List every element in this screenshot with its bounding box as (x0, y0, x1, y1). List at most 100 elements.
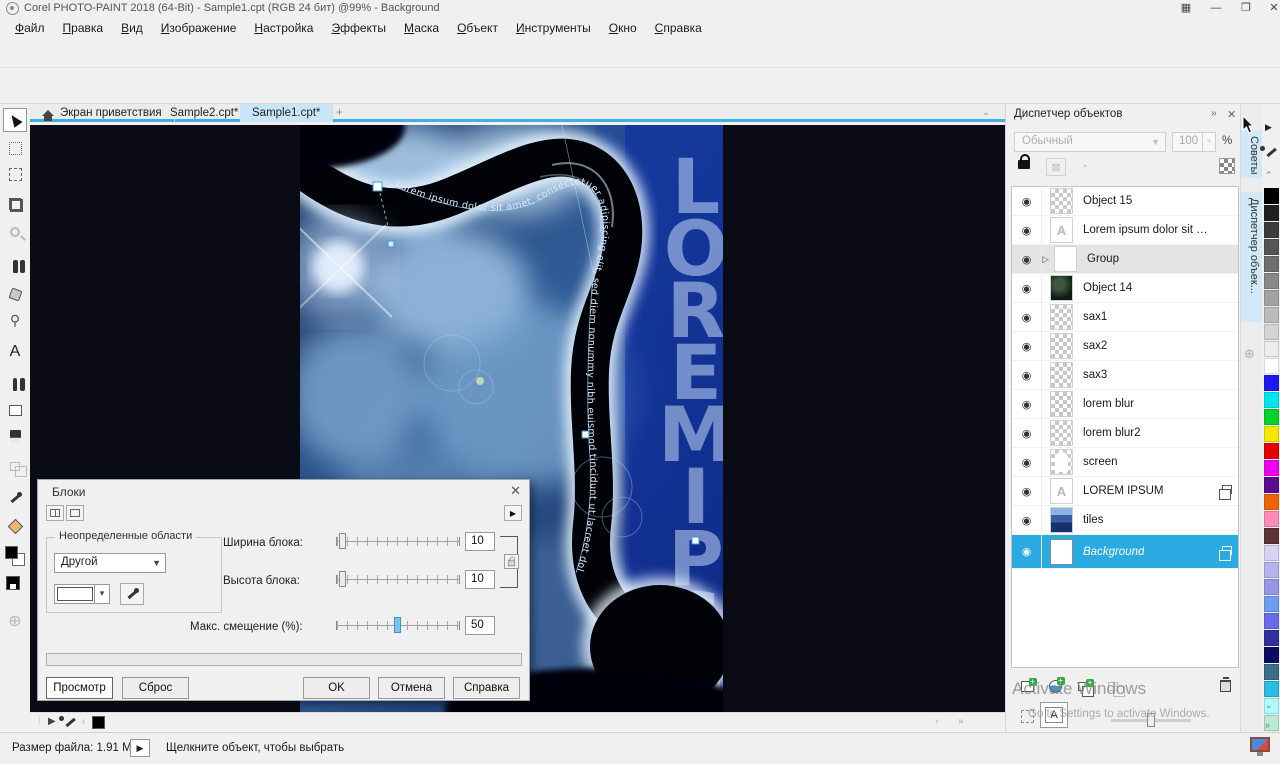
visibility-eye-icon[interactable]: ◉ (1012, 390, 1042, 418)
palette-color-swatch[interactable] (1264, 528, 1279, 544)
docker-tab-object-manager[interactable]: Диспетчер объек... (1241, 192, 1263, 322)
palette-scroll-up-icon[interactable]: ⌃ (1265, 170, 1273, 181)
object-transparency-tool[interactable] (3, 454, 27, 478)
block-height-value[interactable]: 10 (465, 570, 495, 589)
preview-button[interactable]: Просмотр (46, 677, 113, 699)
tab-sample1[interactable]: Sample1.cpt* (240, 104, 333, 122)
object-row[interactable]: ◉ screen (1012, 448, 1238, 477)
text-tool[interactable]: A (3, 340, 27, 364)
palette-color-swatch[interactable] (1264, 392, 1279, 408)
palette-color-swatch[interactable] (1264, 579, 1279, 595)
palette-color-swatch[interactable] (1264, 426, 1279, 442)
palette-color-swatch[interactable] (1264, 256, 1279, 272)
tab-welcome[interactable]: Экран приветствия (30, 104, 175, 122)
visibility-eye-icon[interactable]: ◉ (1012, 448, 1042, 476)
add-tool-button[interactable]: ⊕ (3, 609, 27, 633)
menu-view[interactable]: Вид (112, 19, 152, 37)
status-flyout-button[interactable]: ▶ (130, 739, 150, 757)
visibility-eye-icon[interactable]: ◉ (1012, 477, 1042, 505)
palette-color-swatch[interactable] (1264, 545, 1279, 561)
object-row[interactable]: ◉ sax1 (1012, 303, 1238, 332)
palette-color-swatch[interactable] (1264, 239, 1279, 255)
palette-color-swatch[interactable] (1264, 409, 1279, 425)
object-row[interactable]: ◉ Object 15 (1012, 187, 1238, 216)
palette-color-swatch[interactable] (1264, 222, 1279, 238)
menu-tools[interactable]: Инструменты (507, 19, 600, 37)
palette-color-swatch[interactable] (1264, 630, 1279, 646)
position-mode-button[interactable] (1016, 706, 1038, 726)
object-row[interactable]: ◉ sax2 (1012, 332, 1238, 361)
max-offset-value[interactable]: 50 (465, 616, 495, 635)
palette-color-swatch[interactable] (1264, 681, 1279, 697)
help-window-icon[interactable]: ▦ (1172, 0, 1200, 18)
new-object-button[interactable]: + (1016, 676, 1038, 696)
menu-image[interactable]: Изображение (152, 19, 246, 37)
visibility-eye-icon[interactable]: ◉ (1012, 245, 1042, 273)
visibility-eye-icon[interactable]: ◉ (1012, 535, 1042, 568)
link-lock-button[interactable] (504, 554, 519, 569)
visibility-eye-icon[interactable]: ◉ (1012, 187, 1042, 215)
single-preview-toggle[interactable] (66, 505, 84, 521)
palette-color-swatch[interactable] (1264, 460, 1279, 476)
visibility-eye-icon[interactable]: ◉ (1012, 303, 1042, 331)
close-button[interactable]: ✕ (1260, 0, 1280, 18)
palette-scroll-down-icon[interactable]: ⌄ (1265, 700, 1273, 711)
cancel-button[interactable]: Отмена (378, 677, 445, 699)
mask-transform-tool[interactable] (3, 136, 27, 160)
palette-color-swatch[interactable] (1264, 273, 1279, 289)
zoom-tool[interactable] (3, 220, 27, 244)
menu-object[interactable]: Объект (448, 19, 507, 37)
foreground-background-colors[interactable] (0, 544, 30, 574)
visibility-eye-icon[interactable]: ◉ (1012, 332, 1042, 360)
palette-color-swatch[interactable] (1264, 562, 1279, 578)
menu-window[interactable]: Окно (600, 19, 646, 37)
display-color-settings-icon[interactable] (1250, 737, 1270, 752)
new-lens-button[interactable]: + (1044, 676, 1066, 696)
visibility-eye-icon[interactable]: ◉ (1012, 419, 1042, 447)
palette-expand-icon[interactable]: » (1265, 720, 1270, 730)
palette-color-swatch[interactable] (1264, 205, 1279, 221)
palette-color-swatch[interactable] (1264, 290, 1279, 306)
tab-scroll-icon[interactable]: ⌄ (982, 107, 990, 118)
foreground-color-swatch[interactable] (5, 546, 18, 559)
palette-color-swatch[interactable] (1264, 647, 1279, 663)
palette-color-swatch[interactable] (1264, 511, 1279, 527)
help-button[interactable]: Справка (453, 677, 520, 699)
minimize-button[interactable]: — (1202, 0, 1230, 18)
group-row[interactable]: ◉ ▷ Group (1012, 245, 1238, 274)
duplicate-object-button[interactable]: + (1072, 676, 1094, 696)
effect-tool[interactable] (3, 282, 27, 306)
clone-tool[interactable]: ⚲ (3, 308, 27, 332)
menu-adjust[interactable]: Настройка (245, 19, 322, 37)
object-row[interactable]: ◉ lorem blur (1012, 390, 1238, 419)
opacity-field[interactable]: 100÷ (1172, 132, 1216, 152)
palette-color-swatch[interactable] (1264, 324, 1279, 340)
frame-icon-button[interactable]: ⊠ (1046, 158, 1066, 176)
paint-tool[interactable] (3, 254, 27, 278)
play-icon[interactable]: ▶ (48, 716, 56, 727)
scroll-end-icon[interactable]: » (958, 716, 964, 727)
object-row[interactable]: ◉ A LOREM IPSUM (1012, 477, 1238, 506)
dock-close-icon[interactable]: ✕ (1227, 108, 1236, 121)
scroll-right-icon[interactable]: › (935, 716, 938, 727)
background-row-selected[interactable]: ◉ Background (1012, 535, 1238, 569)
palette-color-swatch[interactable] (1264, 664, 1279, 680)
delete-object-button[interactable] (1214, 676, 1236, 696)
menu-edit[interactable]: Правка (54, 19, 113, 37)
palette-color-swatch[interactable] (1264, 494, 1279, 510)
tab-sample2[interactable]: Sample2.cpt* (158, 104, 251, 122)
dialog-close-icon[interactable]: ✕ (510, 483, 521, 499)
object-list[interactable]: ◉ Object 15 ◉ A Lorem ipsum dolor sit am… (1011, 186, 1239, 668)
current-paint-swatch[interactable] (92, 716, 105, 729)
prev-color-icon[interactable]: ‹ (82, 716, 85, 727)
object-row[interactable]: ◉ tiles (1012, 506, 1238, 535)
dual-preview-toggle[interactable] (46, 505, 64, 521)
ok-button[interactable]: OK (303, 677, 370, 699)
palette-color-swatch[interactable] (1264, 613, 1279, 629)
palette-color-swatch[interactable] (1264, 341, 1279, 357)
fill-color-well[interactable] (0, 576, 30, 596)
object-row[interactable]: ◉ sax3 (1012, 361, 1238, 390)
palette-color-swatch[interactable] (1264, 188, 1279, 204)
object-row[interactable]: ◉ lorem blur2 (1012, 419, 1238, 448)
palette-color-swatch[interactable] (1264, 307, 1279, 323)
